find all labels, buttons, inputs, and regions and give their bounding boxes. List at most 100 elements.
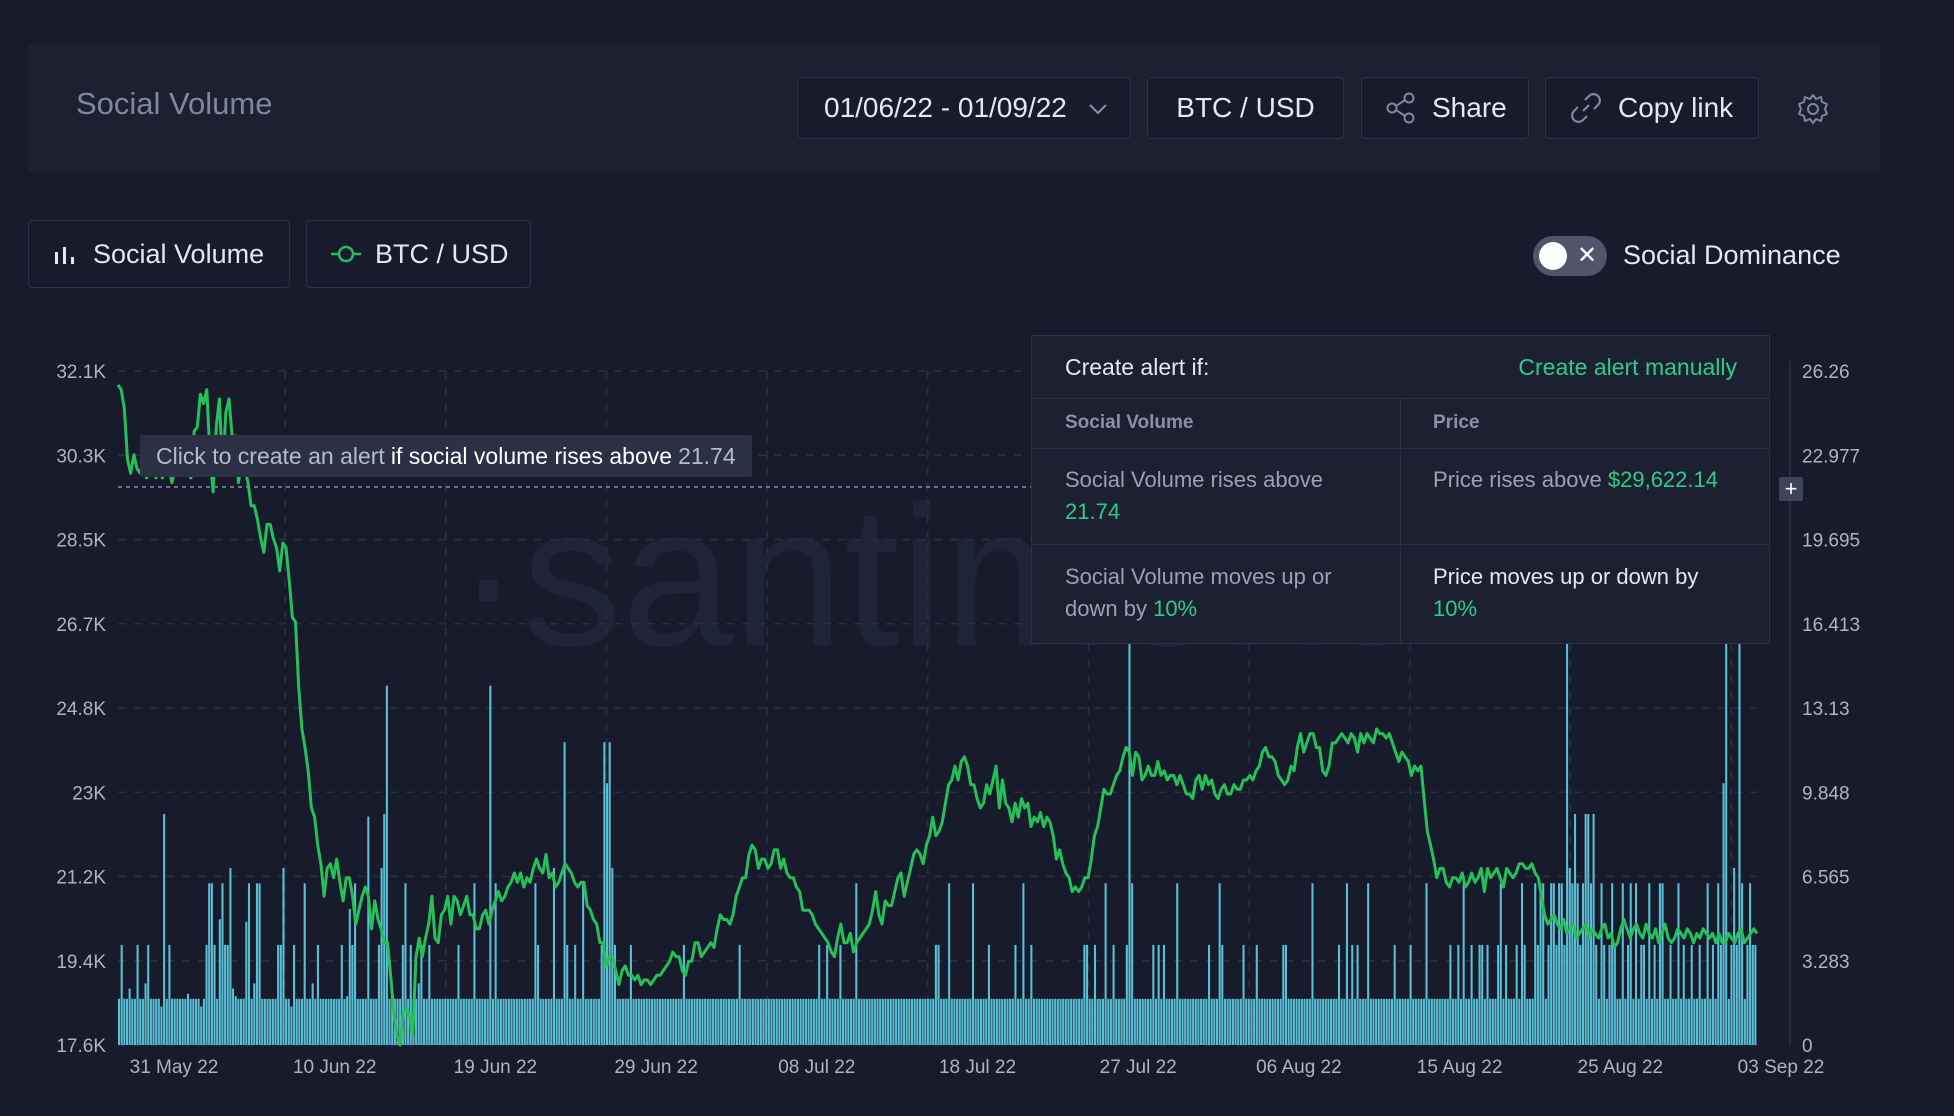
volume-bar: [1505, 944, 1508, 1045]
volume-bar: [1372, 998, 1375, 1045]
volume-bar: [306, 998, 309, 1045]
volume-bar: [664, 998, 667, 1045]
volume-bar: [139, 998, 142, 1045]
volume-bar: [1276, 998, 1280, 1045]
volume-bar: [1627, 944, 1630, 1045]
volume-bar: [1133, 998, 1136, 1045]
volume-bar: [1327, 998, 1330, 1045]
alert-hover-tooltip[interactable]: Click to create an alert if social volum…: [140, 435, 752, 477]
volume-bar: [1245, 998, 1248, 1045]
volume-bar: [308, 998, 312, 1045]
volume-bar: [221, 883, 224, 1045]
volume-bar: [993, 998, 996, 1045]
volume-bar: [383, 814, 386, 1045]
add-alert-button[interactable]: +: [1779, 477, 1803, 501]
create-alert-manually-link[interactable]: Create alert manually: [1518, 354, 1737, 381]
volume-bar: [1101, 998, 1104, 1045]
volume-bar: [796, 998, 800, 1045]
volume-bar: [160, 1006, 163, 1045]
tooltip-value: 21.74: [678, 442, 736, 469]
volume-bar: [1080, 998, 1083, 1045]
volume-bar: [1176, 883, 1179, 1045]
volume-bar: [181, 998, 184, 1045]
volume-bar: [277, 944, 280, 1045]
volume-bar: [1311, 883, 1314, 1045]
volume-bar: [1253, 998, 1256, 1045]
volume-bar: [1107, 998, 1110, 1045]
volume-bar: [550, 998, 553, 1045]
volume-bar: [1226, 998, 1229, 1045]
volume-bar: [486, 998, 489, 1045]
volume-bar: [1316, 998, 1319, 1045]
x-axis: 31 May 22 10 Jun 22 19 Jun 22 29 Jun 22 08 J…: [130, 1057, 1825, 1078]
volume-bar: [1364, 998, 1367, 1045]
volume-bar: [1666, 998, 1669, 1045]
volume-bar: [1306, 998, 1309, 1045]
volume-bar: [364, 998, 367, 1045]
volume-bar: [1682, 944, 1685, 1045]
alert-option-volume-rises[interactable]: Social Volume rises above 21.74: [1065, 464, 1375, 528]
volume-bar: [1353, 998, 1356, 1045]
volume-bar: [1653, 944, 1656, 1045]
volume-bar: [926, 998, 929, 1045]
volume-bar: [1616, 998, 1619, 1045]
volume-bar: [571, 998, 574, 1045]
volume-bar: [1661, 883, 1664, 1045]
alert-option-price-rises[interactable]: Price rises above $29,622.14: [1433, 464, 1753, 496]
volume-bar: [828, 998, 831, 1045]
volume-bar: [921, 998, 924, 1045]
volume-bar: [1677, 883, 1680, 1045]
volume-bar: [202, 998, 205, 1045]
volume-bar: [727, 998, 731, 1045]
volume-bar: [1417, 998, 1420, 1045]
x-tick-label: 19 Jun 22: [454, 1057, 537, 1078]
volume-bar: [1083, 944, 1086, 1045]
volume-bar: [730, 998, 733, 1045]
volume-bar: [961, 998, 964, 1045]
volume-bar: [674, 998, 678, 1045]
volume-bar: [868, 998, 871, 1045]
volume-bar: [773, 998, 776, 1045]
alert-option-volume-moves[interactable]: Social Volume moves up or down by 10%: [1065, 561, 1375, 625]
volume-bar: [298, 998, 301, 1045]
volume-bar: [1385, 998, 1388, 1045]
volume-bar: [476, 998, 479, 1045]
volume-bar: [632, 998, 635, 1045]
left-tick-label: 28.5K: [56, 531, 106, 552]
volume-bar: [749, 998, 752, 1045]
column-header-price: Price: [1433, 412, 1480, 433]
volume-bar: [1658, 883, 1661, 1045]
volume-bar: [1510, 998, 1513, 1045]
volume-bar: [1300, 998, 1303, 1045]
volume-bar: [311, 983, 314, 1045]
volume-bar: [523, 998, 526, 1045]
volume-bar: [171, 998, 174, 1045]
volume-bar: [1348, 998, 1351, 1045]
volume-bar: [1314, 998, 1317, 1045]
volume-bar: [1632, 998, 1635, 1045]
volume-bar: [987, 944, 990, 1045]
volume-bar: [1701, 998, 1704, 1045]
volume-bar: [693, 998, 696, 1045]
volume-bar: [128, 988, 131, 1045]
volume-bar: [438, 998, 441, 1045]
volume-bar: [1131, 883, 1134, 1045]
x-tick-label: 15 Aug 22: [1417, 1057, 1503, 1078]
volume-bar: [531, 998, 534, 1045]
volume-bar: [1404, 998, 1407, 1045]
volume-bar: [1698, 944, 1701, 1045]
volume-bar: [454, 998, 457, 1045]
volume-bar: [590, 998, 593, 1045]
volume-bar: [1465, 998, 1468, 1045]
volume-bar: [1091, 998, 1094, 1045]
volume-bar: [1202, 998, 1205, 1045]
volume-bar: [375, 998, 378, 1045]
alert-option-price-moves[interactable]: Price moves up or down by 10%: [1433, 561, 1753, 625]
volume-bar: [932, 998, 935, 1045]
volume-bar: [1178, 998, 1181, 1045]
volume-bar: [1064, 998, 1067, 1045]
volume-bar: [751, 998, 754, 1045]
volume-bar: [1393, 944, 1396, 1045]
tooltip-prefix: Click to create an alert: [156, 442, 385, 469]
volume-bar: [343, 998, 346, 1045]
